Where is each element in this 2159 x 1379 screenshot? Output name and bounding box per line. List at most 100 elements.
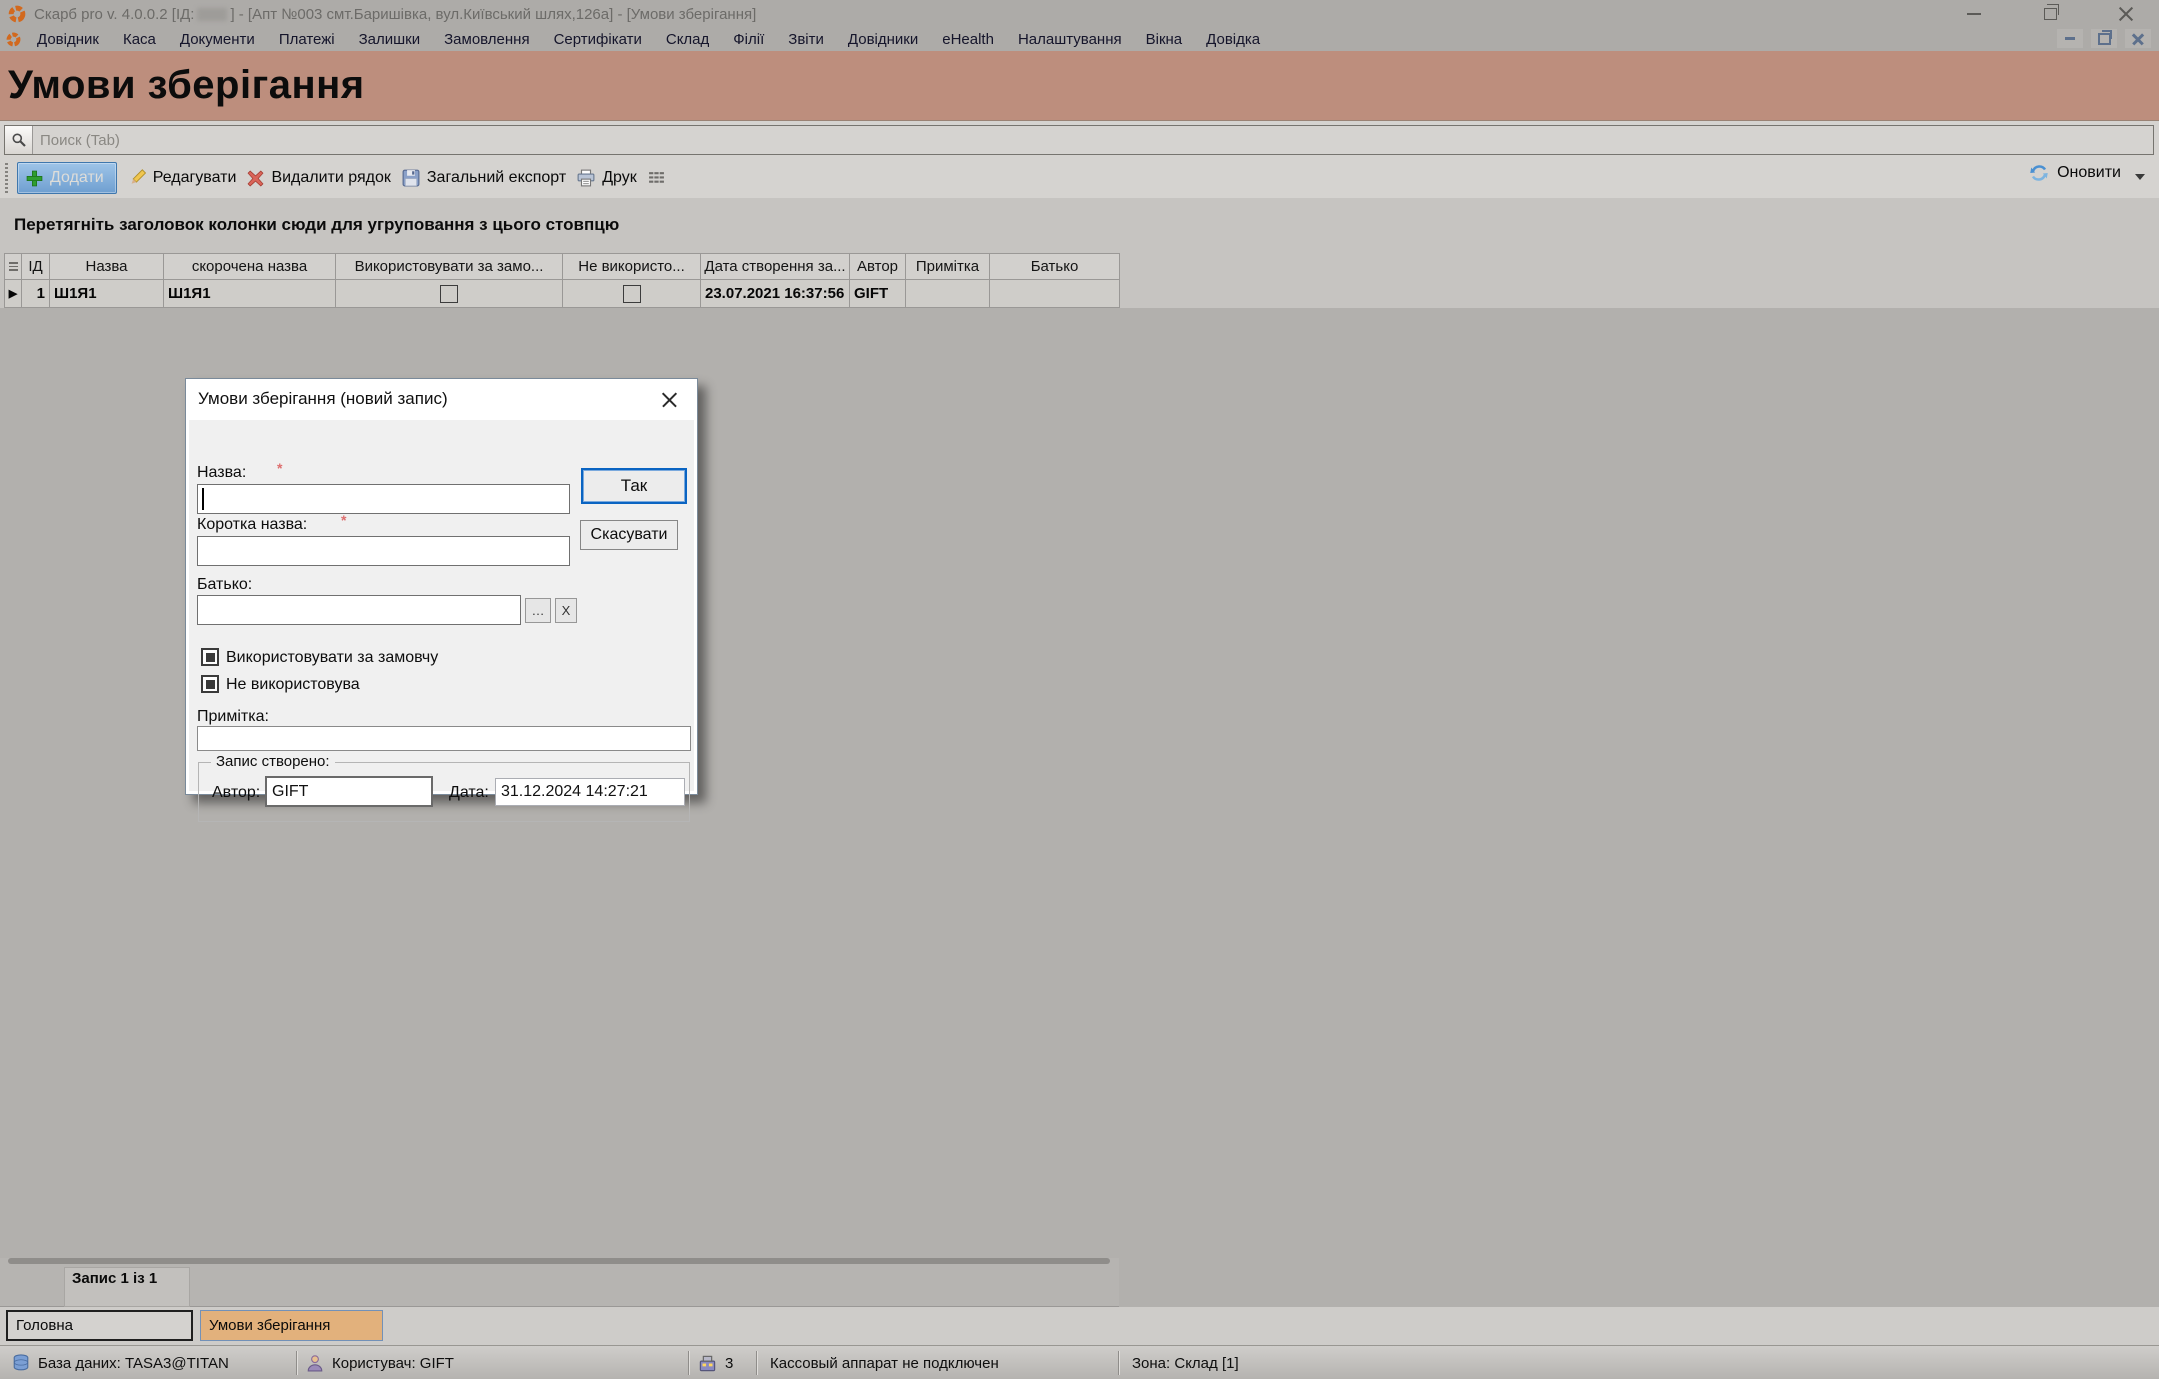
search-input[interactable] <box>33 131 2153 150</box>
statusbar-separator <box>688 1351 690 1375</box>
checkbox-use-default-label[interactable]: Використовувати за замовчу <box>226 649 438 667</box>
menu-dokumenty[interactable]: Документи <box>168 31 267 48</box>
parent-input[interactable] <box>197 595 521 625</box>
close-icon <box>2118 6 2134 22</box>
menu-zvity[interactable]: Звіти <box>776 31 836 48</box>
menu-sklad[interactable]: Склад <box>654 31 721 48</box>
export-button[interactable]: Загальний експорт <box>402 169 566 187</box>
menu-dovidnyky[interactable]: Довідники <box>836 31 930 48</box>
note-input[interactable] <box>197 726 691 751</box>
mdi-minimize-button[interactable] <box>2057 29 2083 48</box>
cell-note <box>906 280 990 307</box>
column-header-name[interactable]: Назва <box>50 254 164 279</box>
column-header-created[interactable]: Дата створення за... <box>701 254 850 279</box>
toolbar-grip[interactable] <box>5 163 8 193</box>
checkbox-use-default-unchecked[interactable] <box>440 285 458 303</box>
short-name-label: Коротка назва: <box>197 516 307 534</box>
cancel-button[interactable]: Скасувати <box>580 520 678 550</box>
name-input[interactable] <box>197 484 570 514</box>
grid-corner-cell[interactable] <box>5 254 22 279</box>
cell-id: 1 <box>22 280 50 307</box>
toolbar: Додати Редагувати Видалити рядок Загальн… <box>0 158 2159 198</box>
close-icon <box>2132 33 2144 45</box>
search-button[interactable] <box>5 126 33 154</box>
refresh-button-label: Оновити <box>2057 164 2121 182</box>
tab-umovy-zberihannia[interactable]: Умови зберігання <box>200 1310 383 1341</box>
device-count: 3 <box>725 1355 733 1372</box>
minimize-button[interactable] <box>1959 1 1989 27</box>
checkbox-not-used-indeterminate[interactable] <box>201 675 219 693</box>
menu-zalyshky[interactable]: Залишки <box>347 31 433 48</box>
column-header-shortname[interactable]: скорочена назва <box>164 254 336 279</box>
close-button[interactable] <box>2111 1 2141 27</box>
add-button-label: Додати <box>50 169 104 187</box>
column-header-note[interactable]: Примітка <box>906 254 990 279</box>
short-name-input[interactable] <box>197 536 570 566</box>
cell-parent <box>990 280 1120 307</box>
note-label: Примітка: <box>197 708 269 726</box>
add-button[interactable]: Додати <box>17 162 117 194</box>
menu-filii[interactable]: Філії <box>721 31 776 48</box>
created-group-label: Запис створено: <box>211 753 335 770</box>
menu-platezhi[interactable]: Платежі <box>267 31 347 48</box>
name-label: Назва: <box>197 464 246 482</box>
menu-zamovlennia[interactable]: Замовлення <box>432 31 541 48</box>
parent-browse-button[interactable]: … <box>525 598 551 623</box>
cash-register-icon <box>698 1354 717 1373</box>
column-header-author[interactable]: Автор <box>850 254 906 279</box>
menu-vikna[interactable]: Вікна <box>1134 31 1195 48</box>
page-title: Умови зберігання <box>8 63 365 108</box>
statusbar-separator <box>1118 1351 1120 1375</box>
column-header-use-default[interactable]: Використовувати за замо... <box>336 254 563 279</box>
refresh-dropdown-icon[interactable] <box>2135 174 2145 180</box>
ok-button[interactable]: Так <box>581 468 687 504</box>
menu-sertyfikaty[interactable]: Сертифікати <box>542 31 654 48</box>
export-button-label: Загальний експорт <box>427 169 566 187</box>
mdi-restore-button[interactable] <box>2091 29 2117 48</box>
parent-clear-button[interactable]: X <box>555 598 577 623</box>
app-logo-icon-small <box>6 32 21 47</box>
search-bar <box>4 125 2154 155</box>
cell-created: 23.07.2021 16:37:56 <box>701 280 850 307</box>
row-indicator-cell: ▶ <box>5 280 22 307</box>
mdi-close-button[interactable] <box>2125 29 2151 48</box>
required-marker: * <box>341 512 346 528</box>
dialog-close-button[interactable] <box>657 387 681 411</box>
cell-author: GIFT <box>850 280 906 307</box>
table-row[interactable]: ▶ 1 Ш1Я1 Ш1Я1 23.07.2021 16:37:56 GIFT <box>4 280 1120 308</box>
restore-button[interactable] <box>2035 1 2065 27</box>
date-input[interactable] <box>495 778 685 806</box>
checkbox-use-default-indeterminate[interactable] <box>201 648 219 666</box>
print-button[interactable]: Друк <box>577 169 637 187</box>
parent-label: Батько: <box>197 576 252 594</box>
minimize-icon <box>2065 37 2075 40</box>
column-header-not-used[interactable]: Не використо... <box>563 254 701 279</box>
horizontal-scrollbar[interactable] <box>8 1258 1110 1264</box>
refresh-button[interactable]: Оновити <box>2029 163 2145 183</box>
record-count: Запис 1 із 1 <box>64 1267 190 1307</box>
menu-nalashtuvannia[interactable]: Налаштування <box>1006 31 1134 48</box>
title-bar: Скарб pro v. 4.0.0.2 [ІД:] - [Апт №003 с… <box>0 0 2159 28</box>
menu-kasa[interactable]: Каса <box>111 31 168 48</box>
created-groupbox: Запис створено: Автор: Дата: <box>198 762 690 822</box>
new-record-dialog: Умови зберігання (новий запис) Назва: * … <box>185 378 698 795</box>
column-chooser-button[interactable] <box>648 170 665 187</box>
date-label: Дата: <box>449 784 489 802</box>
grid-grip-icon <box>9 262 18 271</box>
minimize-icon <box>1967 13 1981 15</box>
grid-header-row: ІД Назва скорочена назва Використовувати… <box>4 253 1120 280</box>
column-header-parent[interactable]: Батько <box>990 254 1120 279</box>
edit-button[interactable]: Редагувати <box>128 169 237 187</box>
menu-dovidnyk[interactable]: Довідник <box>25 31 111 48</box>
menu-ehealth[interactable]: eHealth <box>930 31 1006 48</box>
author-input[interactable] <box>265 776 433 807</box>
column-header-id[interactable]: ІД <box>22 254 50 279</box>
statusbar-separator <box>756 1351 758 1375</box>
required-marker: * <box>277 460 282 476</box>
menu-bar: Довідник Каса Документи Платежі Залишки … <box>0 28 2159 51</box>
tab-holovna[interactable]: Головна <box>6 1310 193 1341</box>
menu-dovidka[interactable]: Довідка <box>1194 31 1272 48</box>
checkbox-not-used-unchecked[interactable] <box>623 285 641 303</box>
delete-row-button[interactable]: Видалити рядок <box>247 169 390 187</box>
checkbox-not-used-label[interactable]: Не використовува <box>226 676 360 694</box>
